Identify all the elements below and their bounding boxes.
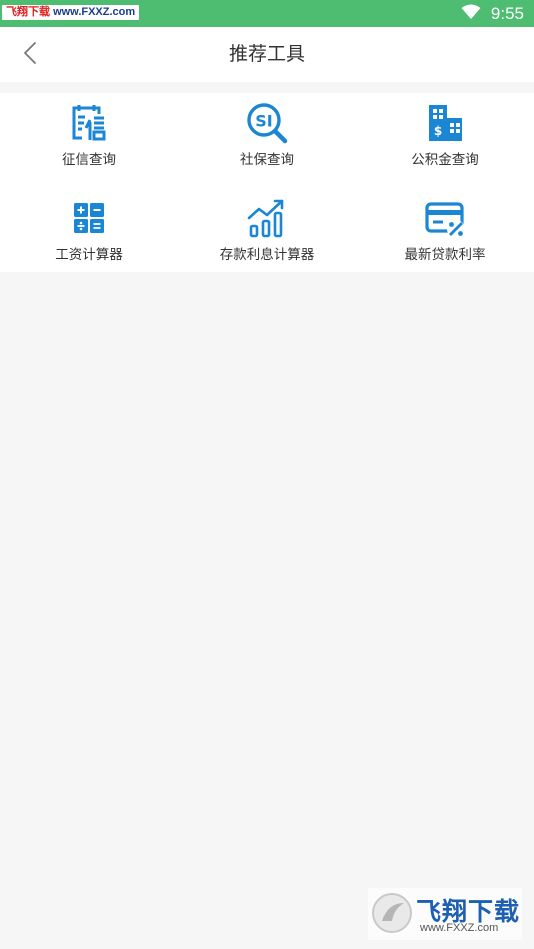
tool-social-security[interactable]: SI 社保查询: [178, 93, 356, 183]
status-bar: 飞翔下载 www.FXXZ.com 9:55: [0, 0, 534, 27]
tool-salary-calculator[interactable]: 工资计算器: [0, 188, 178, 278]
watermark-url: www.FXXZ.com: [53, 6, 136, 18]
bottom-watermark: 飞翔下载 www.FXXZ.com: [368, 888, 522, 940]
credit-report-icon: [68, 102, 110, 144]
watermark-url-text: www.FXXZ.com: [420, 922, 499, 934]
status-indicators: 9:55: [461, 0, 524, 27]
page-title: 推荐工具: [228, 43, 305, 65]
watermark-tag: 飞翔下载 www.FXXZ.com: [2, 5, 140, 20]
app-bar: 推荐工具: [0, 27, 534, 82]
tool-label: 存款利息计算器: [219, 247, 315, 263]
tool-label: 最新贷款利率: [404, 247, 486, 263]
svg-text:$: $: [434, 124, 442, 138]
watermark-logo-icon: [370, 891, 414, 939]
growth-chart-icon: [246, 197, 288, 239]
social-security-search-icon: SI: [246, 102, 288, 144]
status-time: 9:55: [490, 3, 524, 23]
tool-deposit-interest-calculator[interactable]: 存款利息计算器: [178, 188, 356, 278]
housing-fund-building-icon: $: [424, 102, 466, 144]
svg-text:SI: SI: [255, 112, 272, 131]
calculator-icon: [68, 197, 110, 239]
tool-latest-loan-rate[interactable]: 最新贷款利率: [356, 188, 534, 278]
tool-label: 工资计算器: [55, 247, 123, 263]
card-percent-icon: [424, 197, 466, 239]
watermark-brand: 飞翔下载: [6, 6, 50, 18]
tool-label: 公积金查询: [411, 152, 479, 168]
wifi-icon: [461, 4, 481, 24]
tool-label: 征信查询: [62, 152, 116, 168]
chevron-left-icon: [23, 41, 37, 69]
back-button[interactable]: [10, 35, 50, 75]
tool-credit-report[interactable]: 征信查询: [0, 93, 178, 183]
tool-label: 社保查询: [240, 152, 294, 168]
tools-grid: 征信查询 SI 社保查询 $ 公积金查询 工资计算器 存款利息计算器 最新贷款利…: [0, 93, 534, 272]
tool-housing-fund[interactable]: $ 公积金查询: [356, 93, 534, 183]
